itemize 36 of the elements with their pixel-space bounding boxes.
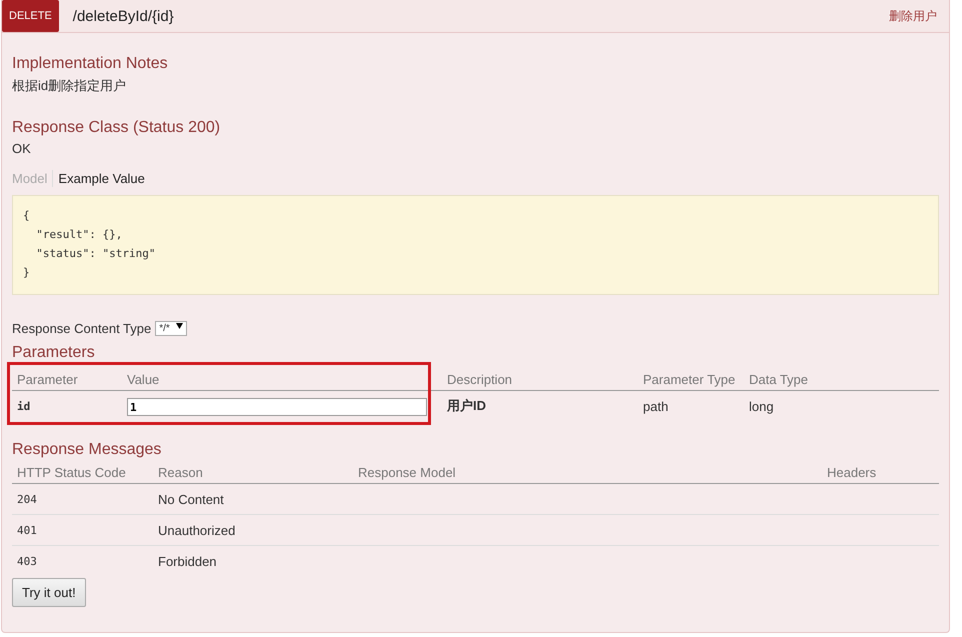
notes-text: 根据id删除指定用户 [12, 77, 128, 95]
column-header: HTTP Status Code [12, 459, 153, 484]
table-cell-text: path [642, 398, 670, 416]
column-header: Parameter Type [638, 366, 744, 391]
content-type-label: Response Content Type [12, 321, 152, 336]
column-header: Reason [153, 459, 353, 484]
table-cell-text: long [748, 398, 775, 416]
model-tab[interactable]: Example Value [58, 170, 151, 187]
table-cell-text: 403 [16, 554, 38, 570]
content-type-select[interactable]: */* [155, 321, 187, 336]
column-header: Description [442, 366, 638, 391]
response-class-text: OK [12, 141, 32, 156]
table-cell-text: 用户ID [446, 397, 487, 415]
example-value-code: { "result": {}, "status": "string" } [12, 195, 939, 295]
column-header: Headers [822, 459, 939, 484]
endpoint-path[interactable]: /deleteById/{id} [72, 8, 889, 24]
operation-summary: 删除用户 [889, 8, 937, 24]
value-input[interactable]: 1 [127, 398, 427, 416]
operation-header[interactable]: DELETE /deleteById/{id} 删除用户 [2, 0, 949, 33]
column-header: Response Model [353, 459, 822, 484]
section-title: Parameters [12, 344, 96, 362]
section-title: Implementation Notes [12, 55, 169, 73]
table-cell: Unauthorized [153, 515, 353, 546]
section-title: Response Class (Status 200) [12, 119, 222, 137]
section-title: Response Messages [12, 441, 162, 459]
table-cell: 401 [12, 515, 153, 546]
column-header: Data Type [744, 366, 939, 391]
column-header: Parameter [12, 366, 122, 391]
method-badge: DELETE [2, 0, 59, 32]
column-header: Value [122, 366, 442, 391]
try-it-out-button[interactable]: Try it out! [12, 578, 86, 607]
dropdown-arrow-icon [176, 323, 183, 329]
table-cell-text: Forbidden [157, 552, 218, 570]
table-cell-text: id [16, 398, 32, 414]
table-cell: 204 [12, 484, 153, 515]
table-cell: No Content [153, 484, 353, 515]
